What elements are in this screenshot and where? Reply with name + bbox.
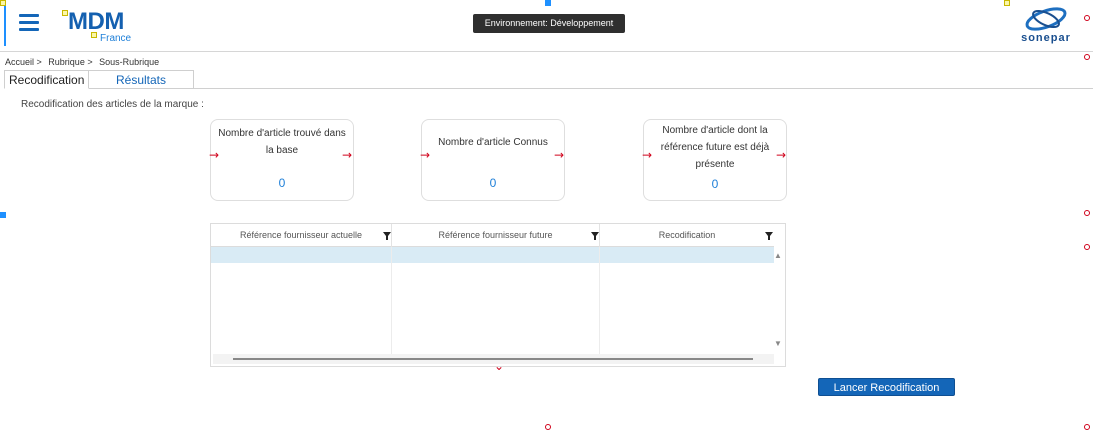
vertical-scrollbar[interactable]: ▲ ▼ bbox=[773, 247, 783, 355]
card-title: Nombre d'article dont la référence futur… bbox=[660, 125, 770, 170]
logo-main: MDM bbox=[68, 8, 124, 35]
breadcrumb-item[interactable]: Accueil > bbox=[5, 57, 42, 67]
column-header[interactable]: Recodification bbox=[600, 224, 774, 247]
breadcrumb-item[interactable]: Sous-Rubrique bbox=[99, 57, 159, 67]
section-label: Recodification des articles de la marque… bbox=[21, 99, 204, 110]
column-header-label: Recodification bbox=[658, 230, 716, 240]
designer-arrow: → bbox=[776, 148, 787, 162]
stat-card-known: Nombre d'article Connus 0 bbox=[421, 119, 565, 201]
sonepar-logo: sonepar bbox=[1006, 6, 1086, 46]
table-row[interactable] bbox=[211, 247, 774, 263]
horizontal-scrollbar[interactable] bbox=[213, 354, 774, 364]
column-header-label: Référence fournisseur actuelle bbox=[239, 230, 363, 240]
scroll-down-icon[interactable]: ▼ bbox=[774, 339, 782, 348]
card-value: 0 bbox=[711, 177, 719, 191]
breadcrumb-item[interactable]: Rubrique > bbox=[48, 57, 92, 67]
column-header[interactable]: Référence fournisseur actuelle bbox=[211, 224, 392, 247]
logo: MDM France bbox=[68, 8, 131, 44]
launch-recodification-button[interactable]: Lancer Recodification bbox=[818, 378, 955, 396]
scroll-up-icon[interactable]: ▲ bbox=[774, 251, 782, 260]
filter-icon[interactable] bbox=[765, 232, 773, 240]
card-value: 0 bbox=[278, 176, 286, 190]
designer-arrow: → bbox=[209, 148, 220, 162]
recodification-grid: Référence fournisseur actuelle Référence… bbox=[210, 223, 786, 367]
column-header-label: Référence fournisseur future bbox=[438, 230, 553, 240]
environment-badge: Environnement: Développement bbox=[473, 14, 625, 33]
designer-marker bbox=[1084, 424, 1090, 430]
designer-arrow: → bbox=[554, 148, 565, 162]
stat-card-found: Nombre d'article trouvé dans la base 0 bbox=[210, 119, 354, 201]
column-divider bbox=[599, 247, 600, 355]
column-divider bbox=[391, 247, 392, 355]
logo-sub: France bbox=[100, 33, 132, 44]
header: MDM France Environnement: Développement … bbox=[0, 0, 1093, 52]
designer-arrow: → bbox=[342, 148, 353, 162]
filter-icon[interactable] bbox=[383, 232, 391, 240]
designer-marker bbox=[1084, 54, 1090, 60]
filter-icon[interactable] bbox=[591, 232, 599, 240]
designer-arrow: → bbox=[420, 148, 431, 162]
stat-card-future-present: Nombre d'article dont la référence futur… bbox=[643, 119, 787, 201]
card-title: Nombre d'article Connus bbox=[438, 137, 548, 148]
designer-marker bbox=[1084, 210, 1090, 216]
tab-bar: Recodification Résultats bbox=[4, 70, 194, 89]
designer-marker bbox=[0, 212, 6, 218]
scrollbar-thumb[interactable] bbox=[233, 358, 753, 360]
designer-marker bbox=[1084, 244, 1090, 250]
designer-marker bbox=[545, 424, 551, 430]
sonepar-text: sonepar bbox=[1021, 32, 1071, 44]
tab-recodification[interactable]: Recodification bbox=[4, 70, 89, 89]
tab-resultats[interactable]: Résultats bbox=[89, 70, 194, 89]
sonepar-emblem-icon bbox=[1025, 7, 1067, 31]
card-value: 0 bbox=[489, 176, 497, 190]
grid-header: Référence fournisseur actuelle Référence… bbox=[211, 224, 774, 247]
tab-divider bbox=[194, 88, 1093, 89]
designer-arrow: → bbox=[642, 148, 653, 162]
card-title: Nombre d'article trouvé dans la base bbox=[218, 128, 346, 156]
column-header[interactable]: Référence fournisseur future bbox=[392, 224, 600, 247]
breadcrumb: Accueil > Rubrique > Sous-Rubrique bbox=[5, 57, 163, 67]
menu-icon[interactable] bbox=[19, 14, 39, 31]
